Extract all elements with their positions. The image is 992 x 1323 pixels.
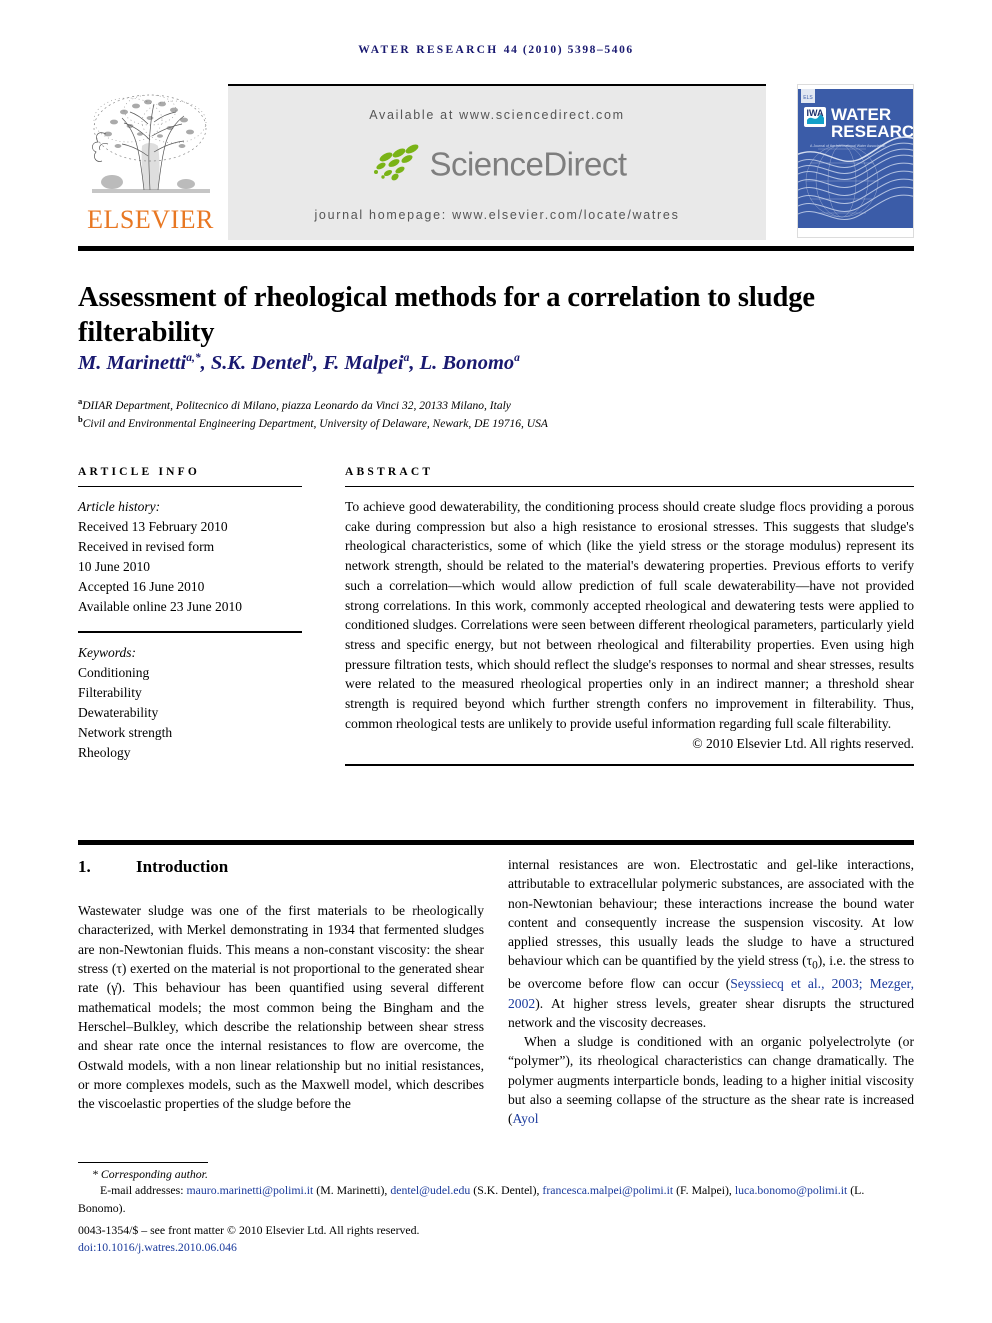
article-info-heading: ARTICLE INFO bbox=[78, 466, 201, 478]
footnote-block: * Corresponding author. E-mail addresses… bbox=[78, 1162, 914, 1255]
introduction-number: 1. bbox=[78, 857, 91, 876]
running-head-journal: WATER RESEARCH bbox=[358, 44, 499, 56]
sciencedirect-wordmark: ScienceDirect bbox=[429, 145, 627, 183]
article-history-3: Accepted 16 June 2010 bbox=[78, 578, 205, 594]
journal-article-page: WATER RESEARCH 44 (2010) 5398–5406 ELSEV… bbox=[0, 0, 992, 1323]
email-addresses-line: E-mail addresses: mauro.marinetti@polimi… bbox=[78, 1183, 865, 1215]
email-link[interactable]: mauro.marinetti@polimi.it bbox=[186, 1183, 313, 1197]
elsevier-logo: ELSEVIER bbox=[78, 84, 223, 238]
introduction-title: Introduction bbox=[136, 857, 229, 876]
citation-link-ayol[interactable]: Ayol bbox=[513, 1111, 539, 1126]
body-column-left: 1. Introduction Wastewater sludge was one… bbox=[78, 855, 484, 1113]
author-list: M. Marinettia,*, S.K. Dentelb, F. Malpei… bbox=[78, 352, 520, 374]
article-history-0: Received 13 February 2010 bbox=[78, 518, 228, 534]
email-link[interactable]: luca.bonomo@polimi.it bbox=[735, 1183, 847, 1197]
keyword-3: Network strength bbox=[78, 724, 173, 740]
abstract-copyright: © 2010 Elsevier Ltd. All rights reserved… bbox=[692, 736, 914, 752]
abstract-bottom-rule bbox=[345, 764, 914, 767]
doi-line[interactable]: doi:10.1016/j.watres.2010.06.046 bbox=[78, 1240, 914, 1255]
intro-r1-c: ). At higher stress levels, greater shea… bbox=[508, 995, 914, 1030]
introduction-heading: 1. Introduction bbox=[78, 855, 484, 879]
keyword-1: Filterability bbox=[78, 684, 142, 700]
article-info-column: ARTICLE INFO Article history: Received 1… bbox=[78, 466, 302, 763]
journal-cover-art: ELS IWA WATER RESEARC A Journal of the I… bbox=[798, 85, 913, 237]
abstract-rule bbox=[345, 486, 914, 487]
abstract-text: To achieve good dewaterability, the cond… bbox=[345, 499, 914, 731]
keywords-rule bbox=[78, 630, 302, 633]
abstract-column: ABSTRACT To achieve good dewaterability,… bbox=[345, 466, 914, 767]
abstract-heading: ABSTRACT bbox=[345, 466, 434, 478]
journal-homepage-text: journal homepage: www.elsevier.com/locat… bbox=[314, 208, 680, 222]
elsevier-tree-icon bbox=[92, 94, 210, 193]
body-column-right: internal resistances are won. Electrosta… bbox=[508, 855, 914, 1129]
sciencedirect-logo: ScienceDirect bbox=[228, 142, 766, 184]
masthead: ELSEVIER Available at www.sciencedirect.… bbox=[78, 84, 914, 240]
keyword-0: Conditioning bbox=[78, 664, 150, 680]
svg-text:RESEARCH: RESEARCH bbox=[831, 122, 913, 141]
article-history-2: 10 June 2010 bbox=[78, 558, 150, 574]
journal-cover-thumbnail: ELS IWA WATER RESEARC A Journal of the I… bbox=[797, 84, 914, 238]
svg-text:A Journal of the International: A Journal of the International Water Ass… bbox=[810, 144, 885, 148]
sciencedirect-banner: Available at www.sciencedirect.com Scien… bbox=[228, 84, 766, 240]
sciencedirect-leaf-icon bbox=[367, 142, 425, 187]
intro-paragraph-right-2: When a sludge is conditioned with an org… bbox=[508, 1032, 914, 1128]
affiliation-a: aDIIAR Department, Politecnico di Milano… bbox=[78, 396, 511, 412]
affiliation-b: bCivil and Environmental Engineering Dep… bbox=[78, 414, 548, 430]
body-top-divider bbox=[78, 840, 914, 845]
intro-paragraph-left: Wastewater sludge was one of the first m… bbox=[78, 903, 484, 1112]
svg-text:IWA: IWA bbox=[807, 108, 824, 118]
keywords-label: Keywords: bbox=[78, 644, 136, 660]
article-info-rule bbox=[78, 486, 302, 487]
article-history-1: Received in revised form bbox=[78, 538, 215, 554]
available-at-text: Available at www.sciencedirect.com bbox=[369, 108, 625, 122]
keyword-4: Rheology bbox=[78, 744, 131, 760]
intro-paragraph-right-1: internal resistances are won. Electrosta… bbox=[508, 855, 914, 1032]
article-history-4: Available online 23 June 2010 bbox=[78, 598, 242, 614]
keyword-2: Dewaterability bbox=[78, 704, 159, 720]
running-head-volume: 44 (2010) 5398–5406 bbox=[503, 44, 634, 56]
intro-r2-a: When a sludge is conditioned with an org… bbox=[508, 1034, 914, 1127]
masthead-divider bbox=[78, 246, 914, 251]
article-history-label: Article history: bbox=[78, 499, 161, 514]
page-title: Assessment of rheological methods for a … bbox=[78, 282, 815, 348]
email-link[interactable]: francesca.malpei@polimi.it bbox=[542, 1183, 673, 1197]
front-matter-line: 0043-1354/$ – see front matter © 2010 El… bbox=[78, 1223, 420, 1238]
elsevier-wordmark: ELSEVIER bbox=[87, 205, 214, 234]
email-link[interactable]: dentel@udel.edu bbox=[390, 1183, 470, 1197]
corresponding-author-note: * Corresponding author. bbox=[92, 1167, 208, 1181]
svg-text:ELS: ELS bbox=[803, 95, 813, 101]
running-head: WATER RESEARCH 44 (2010) 5398–5406 bbox=[78, 44, 914, 56]
footnote-rule bbox=[78, 1162, 208, 1163]
intro-r1-a: internal resistances are won. Electrosta… bbox=[508, 857, 914, 969]
